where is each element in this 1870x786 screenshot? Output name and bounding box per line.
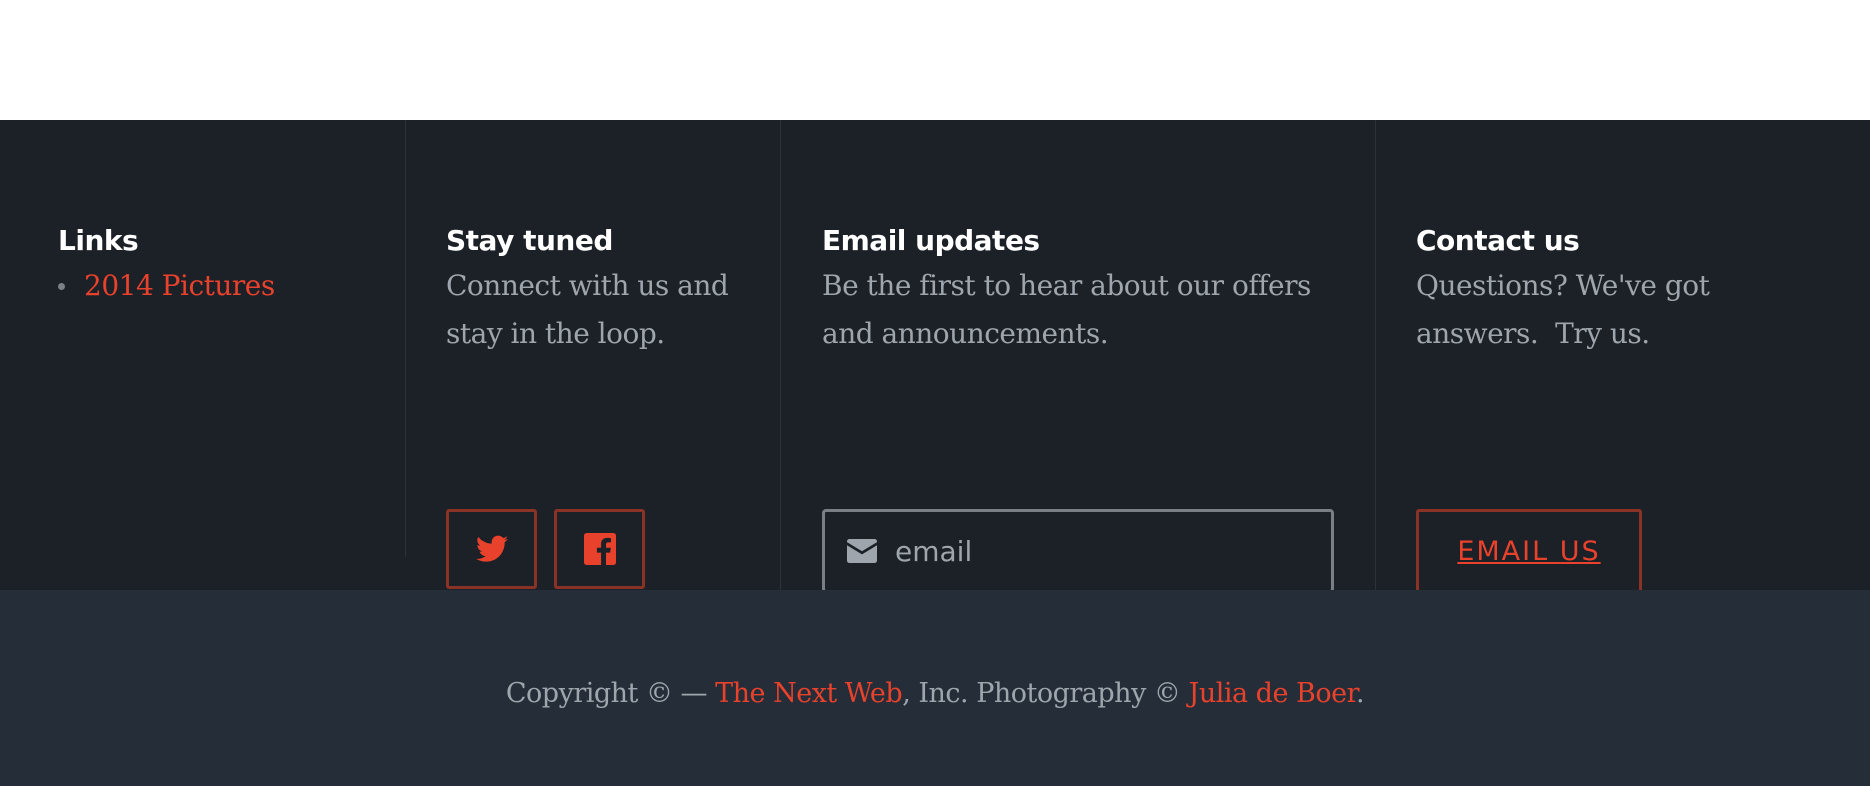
stay-tuned-column: Stay tuned Connect with us and stay in t… [446,220,766,589]
contact-column: Contact us Questions? We've got answers.… [1416,220,1836,593]
email-input[interactable] [893,533,1297,569]
copyright-suffix: . [1356,678,1365,709]
facebook-icon [583,533,616,565]
links-heading: Links [58,224,139,257]
contact-description: Questions? We've got answers. Try us. [1416,262,1836,358]
page: Links 2014 Pictures Stay tuned Connect w… [0,0,1870,786]
column-divider [405,120,406,557]
photographer-link[interactable]: Julia de Boer [1189,678,1357,709]
contact-heading: Contact us [1416,224,1580,257]
list-item: 2014 Pictures [58,262,388,310]
page-content-area [0,0,1870,120]
envelope-icon [847,539,877,563]
column-divider [1375,120,1376,590]
links-column: Links 2014 Pictures [58,220,388,310]
bullet-icon [58,282,65,290]
email-us-button[interactable]: EMAIL US [1416,509,1642,593]
column-divider [780,120,781,590]
twitter-button[interactable] [446,509,537,589]
the-next-web-link[interactable]: The Next Web [715,678,903,709]
facebook-button[interactable] [554,509,645,589]
email-updates-description-line2: and announcements. [822,317,1109,350]
contact-description-line2: answers. Try us. [1416,317,1650,350]
copyright-middle: , Inc. Photography © [902,678,1189,709]
email-updates-description: Be the first to hear about our offers an… [822,262,1342,358]
stay-tuned-description-line2: stay in the loop. [446,317,665,350]
link-2014-pictures[interactable]: 2014 Pictures [84,262,275,310]
copyright-prefix: Copyright © — [505,678,716,709]
email-signup-field[interactable] [822,509,1334,593]
email-updates-column: Email updates Be the first to hear about… [822,220,1342,593]
copyright-text: Copyright © — The Next Web, Inc. Photogr… [0,678,1870,709]
links-list: 2014 Pictures [58,262,388,310]
twitter-icon [475,535,508,562]
email-updates-description-line1: Be the first to hear about our offers [822,269,1311,302]
stay-tuned-heading: Stay tuned [446,224,613,257]
social-buttons [446,509,645,589]
copyright-bar: Copyright © — The Next Web, Inc. Photogr… [0,590,1870,786]
site-footer: Links 2014 Pictures Stay tuned Connect w… [0,120,1870,593]
stay-tuned-description: Connect with us and stay in the loop. [446,262,766,358]
contact-description-line1: Questions? We've got [1416,269,1710,302]
stay-tuned-description-line1: Connect with us and [446,269,729,302]
email-updates-heading: Email updates [822,224,1040,257]
